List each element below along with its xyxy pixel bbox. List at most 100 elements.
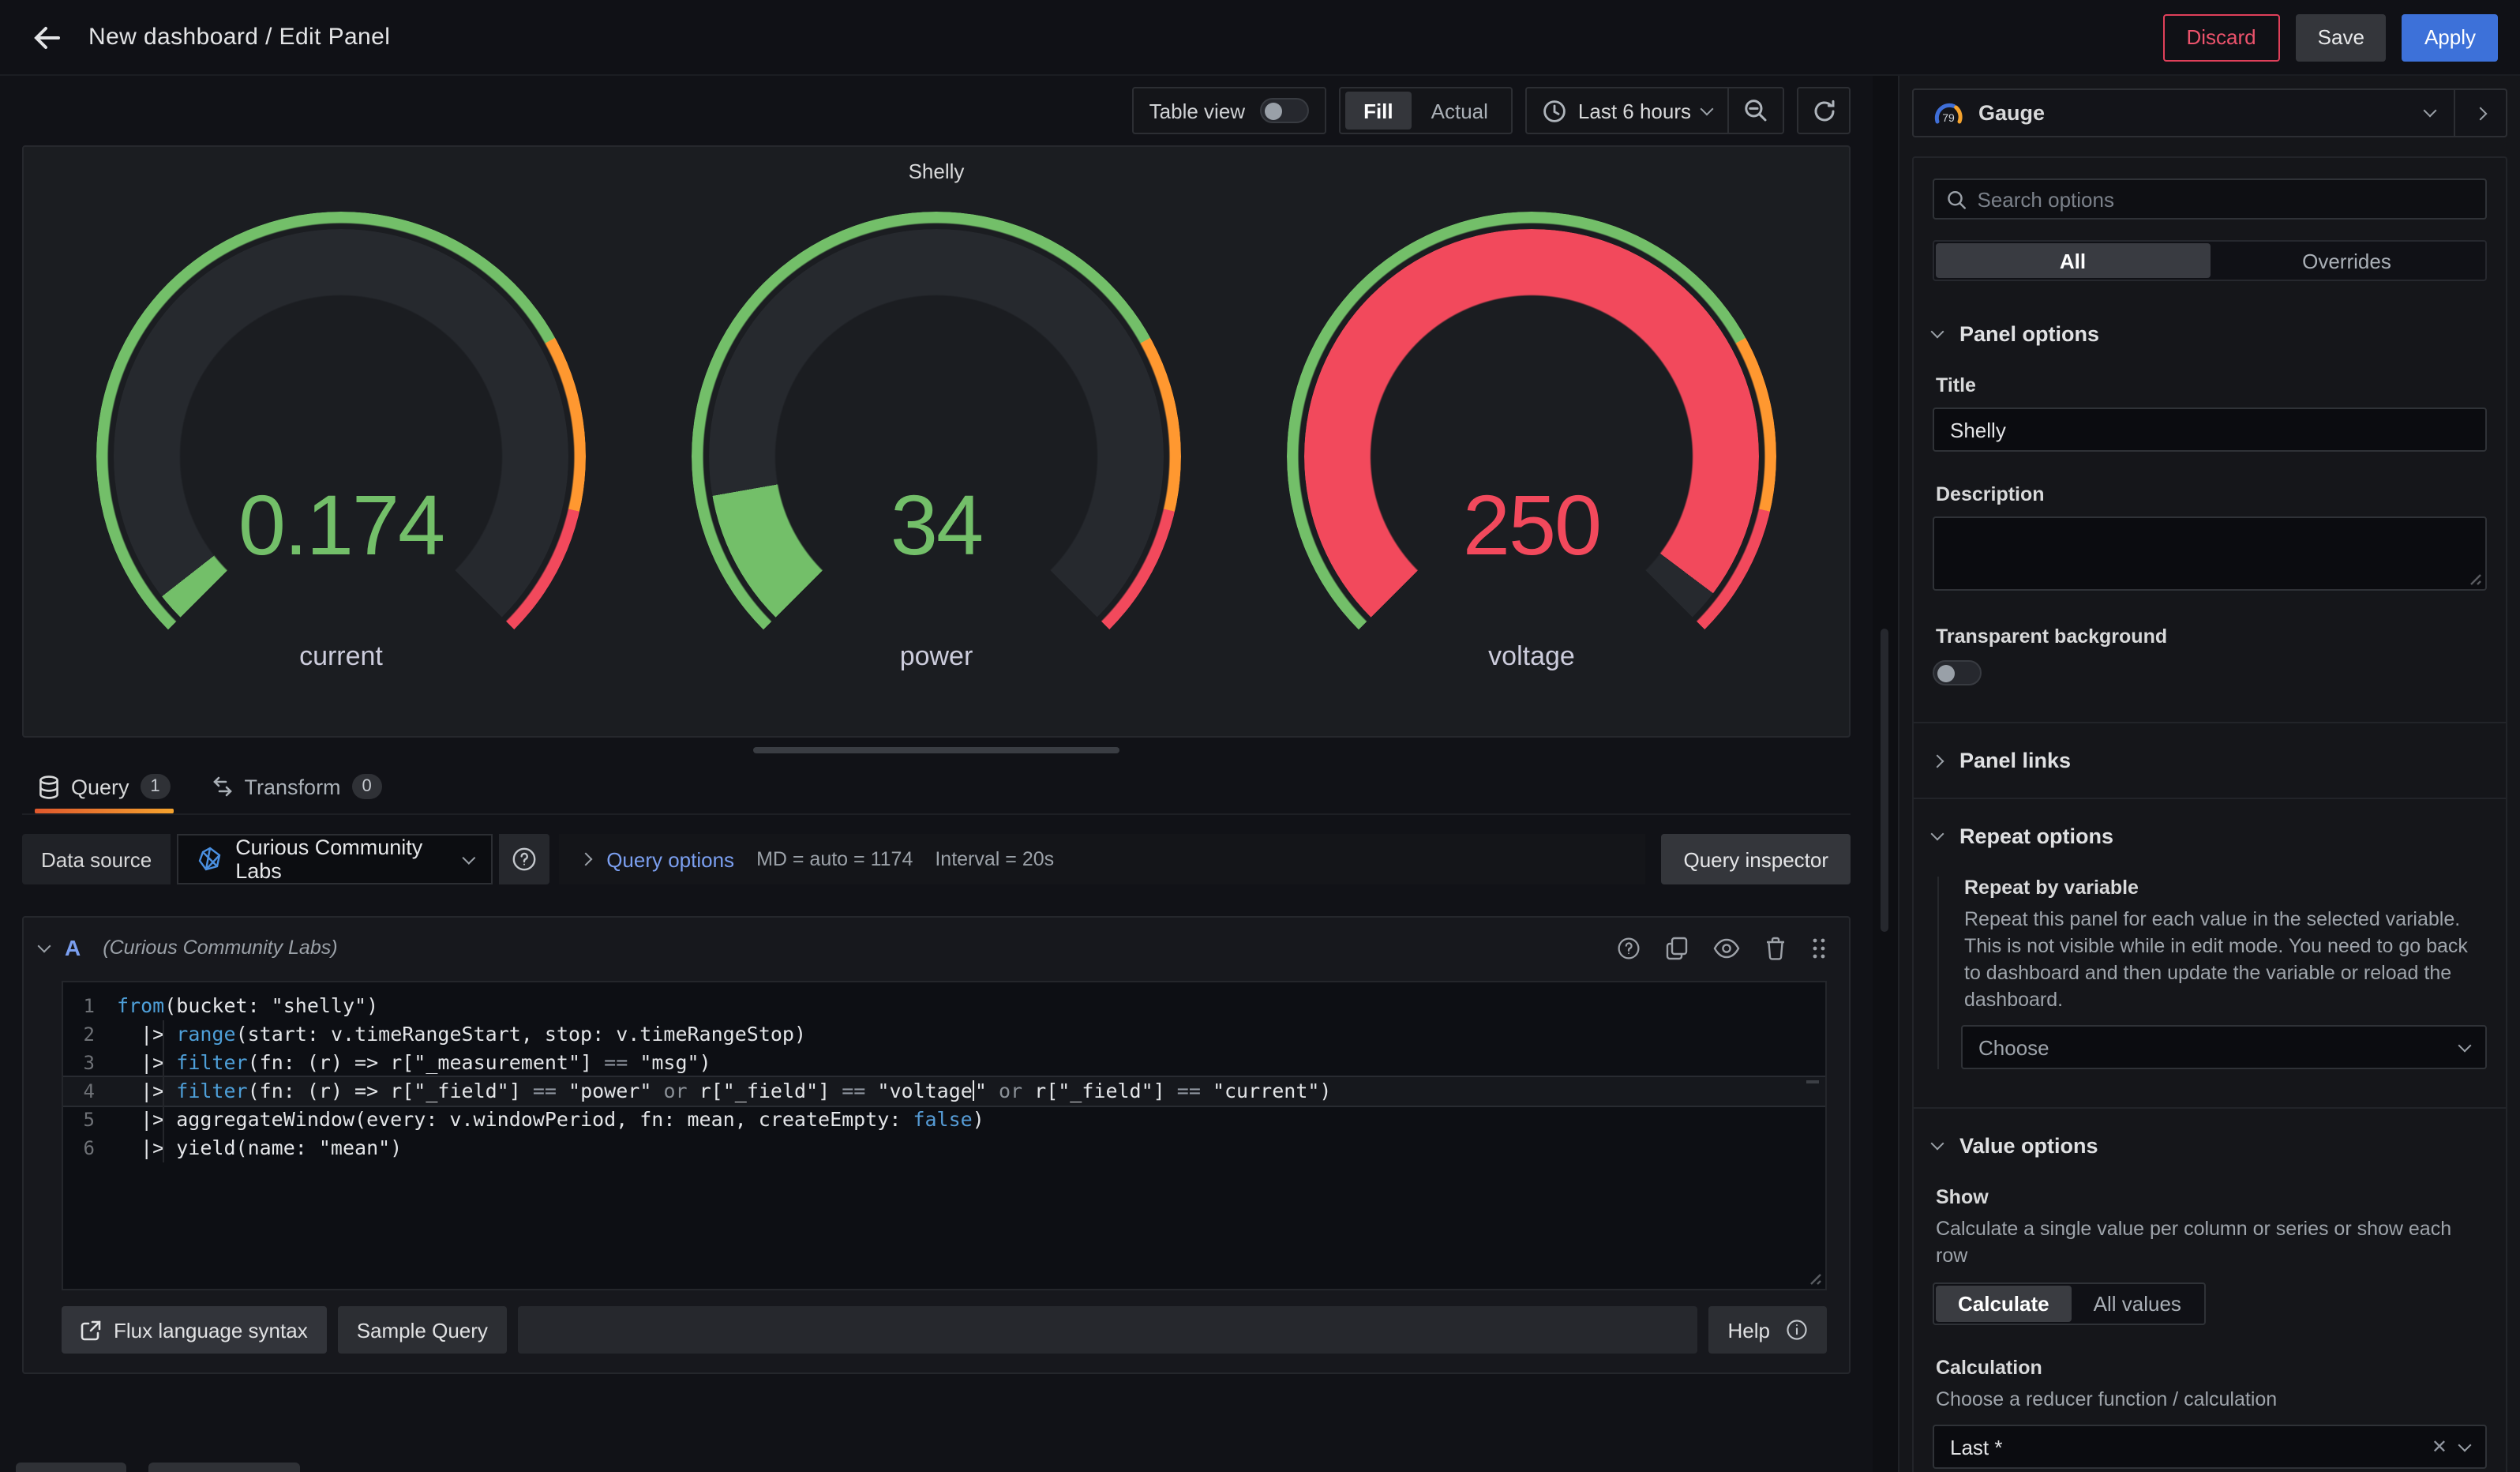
apply-button[interactable]: Apply	[2402, 13, 2498, 61]
clock-icon	[1543, 99, 1567, 122]
add-expression-button-partial[interactable]	[148, 1463, 300, 1472]
query-inspector-button[interactable]: Query inspector	[1661, 834, 1851, 884]
help-circle-icon[interactable]	[1617, 936, 1641, 959]
visualization-picker: 79 Gauge	[1912, 88, 2507, 137]
chevron-right-icon	[579, 853, 593, 866]
fill-option[interactable]: Fill	[1344, 92, 1412, 130]
value-options-title: Value options	[1959, 1134, 2098, 1158]
table-view-label: Table view	[1149, 99, 1245, 122]
value-options-header[interactable]: Value options	[1933, 1134, 2487, 1158]
back-arrow-icon[interactable]	[25, 15, 69, 59]
flux-syntax-button[interactable]: Flux language syntax	[62, 1306, 327, 1354]
drag-handle-icon[interactable]	[1811, 936, 1827, 959]
panel-title-input[interactable]: Shelly	[1933, 407, 2487, 452]
editor-resize-grip[interactable]	[1806, 1270, 1822, 1286]
query-footer: Flux language syntax Sample Query Help	[62, 1306, 1827, 1354]
gauge-label: current	[96, 641, 586, 673]
query-ref-id[interactable]: A	[65, 935, 81, 960]
repeat-description: Repeat this panel for each value in the …	[1964, 907, 2487, 1014]
clear-icon[interactable]: ✕	[2432, 1436, 2447, 1458]
tab-query[interactable]: Query 1	[38, 774, 171, 813]
tab-transform[interactable]: Transform 0	[212, 774, 382, 813]
external-link-icon	[81, 1320, 101, 1340]
table-view-toggle[interactable]	[1259, 98, 1308, 123]
add-query-button-partial[interactable]	[16, 1463, 126, 1472]
show-segmented-control: Calculate All values	[1933, 1282, 2207, 1325]
gauge-panel[interactable]: Shelly 0.174 current 34 power 250 voltag…	[22, 145, 1851, 738]
scrollbar-thumb[interactable]	[1881, 629, 1888, 932]
query-row-header[interactable]: A (Curious Community Labs)	[24, 918, 1849, 978]
calculate-option[interactable]: Calculate	[1936, 1286, 2072, 1322]
save-button[interactable]: Save	[2296, 13, 2387, 61]
chevron-down-icon	[1701, 102, 1714, 115]
sample-query-button[interactable]: Sample Query	[338, 1306, 507, 1354]
time-picker-group: Last 6 hours	[1526, 87, 1784, 134]
main-area: Table view Fill Actual Last 6 hours	[0, 76, 1873, 1472]
actual-option[interactable]: Actual	[1412, 92, 1507, 130]
code-line[interactable]: 6 |> yield(name: "mean")	[63, 1134, 1825, 1162]
textarea-resize-grip[interactable]	[2466, 570, 2482, 586]
visualization-select[interactable]: 79 Gauge	[1914, 90, 2454, 136]
indent-guide	[163, 1020, 164, 1162]
options-pane: All Overrides Panel options Title Shelly…	[1912, 156, 2507, 1472]
query-options-toggle[interactable]: Query options	[581, 847, 734, 871]
gauge-label: power	[692, 641, 1181, 673]
gauge-arc: 250 voltage	[1287, 212, 1776, 701]
panel-title: Shelly	[24, 147, 1849, 183]
flux-syntax-label: Flux language syntax	[114, 1318, 308, 1342]
datasource-label: Data source	[22, 834, 171, 884]
datasource-help-button[interactable]	[499, 834, 549, 884]
tab-overrides[interactable]: Overrides	[2210, 243, 2484, 278]
chevron-down-icon	[1931, 325, 1944, 339]
trash-icon[interactable]	[1765, 936, 1786, 959]
code-line[interactable]: 1from(bucket: "shelly")	[63, 992, 1825, 1020]
code-line[interactable]: 4 |> filter(fn: (r) => r["_field"] == "p…	[63, 1077, 1825, 1106]
code-line[interactable]: 5 |> aggregateWindow(every: v.windowPeri…	[63, 1106, 1825, 1134]
tab-all[interactable]: All	[1936, 243, 2210, 278]
code-line[interactable]: 2 |> range(start: v.timeRangeStart, stop…	[63, 1020, 1825, 1049]
tab-transform-count: 0	[352, 774, 382, 799]
datasource-select[interactable]: Curious Community Labs	[177, 834, 493, 884]
calculation-select[interactable]: Last * ✕	[1933, 1425, 2487, 1469]
gauge-value: 34	[692, 477, 1181, 575]
gauge-label: voltage	[1287, 641, 1776, 673]
gauge-viz-icon: 79	[1933, 100, 1964, 126]
svg-text:79: 79	[1942, 111, 1955, 123]
search-options-input[interactable]	[1978, 187, 2473, 211]
panel-resize-handle[interactable]	[753, 747, 1119, 753]
search-options-box[interactable]	[1933, 178, 2487, 220]
repeat-options-header[interactable]: Repeat options	[1933, 824, 2487, 848]
zoom-out-button[interactable]	[1729, 88, 1783, 133]
gauge-power: 34 power	[644, 199, 1228, 720]
gauge-arc: 0.174 current	[96, 212, 586, 701]
time-range-picker[interactable]: Last 6 hours	[1528, 88, 1727, 133]
help-button[interactable]: Help	[1709, 1306, 1828, 1354]
transparent-bg-toggle[interactable]	[1933, 660, 1982, 685]
footer-spacer	[518, 1306, 1698, 1354]
database-icon	[38, 775, 60, 798]
eye-icon[interactable]	[1713, 937, 1740, 958]
chevron-right-icon	[2474, 107, 2488, 120]
query-editor-card: A (Curious Community Labs) 1from(bucket:…	[22, 916, 1851, 1374]
calculation-label: Calculation	[1936, 1357, 2487, 1379]
panel-links-header[interactable]: Panel links	[1933, 749, 2487, 772]
gauge-voltage: 250 voltage	[1239, 199, 1824, 720]
transform-icon	[212, 775, 234, 798]
duplicate-icon[interactable]	[1666, 936, 1688, 959]
interval-info: Interval = 20s	[935, 848, 1054, 870]
refresh-button[interactable]	[1797, 87, 1851, 134]
repeat-variable-select[interactable]: Choose	[1961, 1025, 2487, 1069]
options-sidebar: 79 Gauge All Overrides	[1898, 76, 2520, 1472]
query-options-label: Query options	[606, 847, 734, 871]
code-line[interactable]: 3 |> filter(fn: (r) => r["_measurement"]…	[63, 1049, 1825, 1077]
datasource-name: Curious Community Labs	[235, 836, 451, 883]
flux-code-editor[interactable]: 1from(bucket: "shelly")2 |> range(start:…	[62, 981, 1827, 1290]
collapse-pane-button[interactable]	[2454, 90, 2506, 136]
description-textarea[interactable]	[1933, 516, 2487, 591]
collapse-chevron-icon[interactable]	[38, 939, 51, 952]
info-circle-icon	[1786, 1319, 1808, 1341]
chevron-down-icon	[462, 851, 474, 863]
all-values-option[interactable]: All values	[2072, 1286, 2203, 1322]
discard-button[interactable]: Discard	[2163, 13, 2280, 61]
panel-options-header[interactable]: Panel options	[1933, 322, 2487, 346]
